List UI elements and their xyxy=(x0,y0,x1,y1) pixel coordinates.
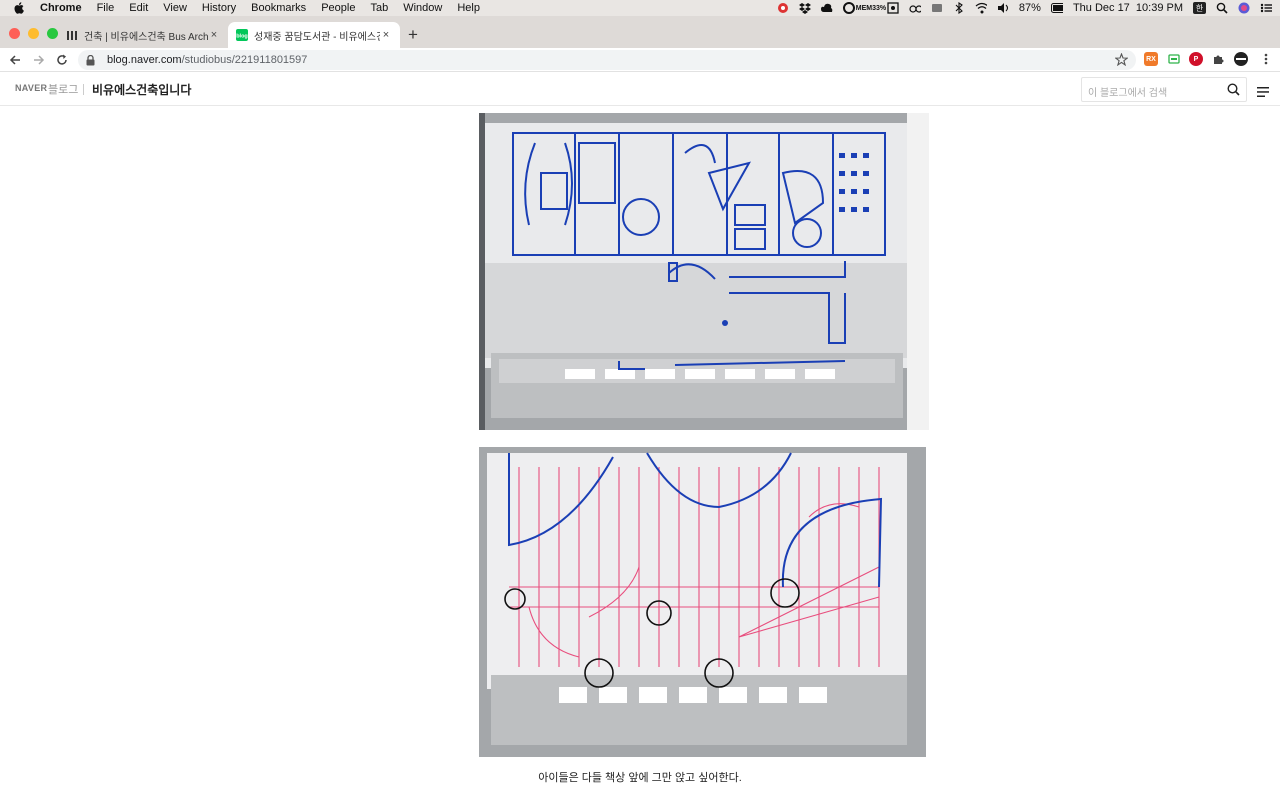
tab-naver-blog[interactable]: blog 성재중 꿈담도서관 - 비유에스건축 / × xyxy=(228,22,400,48)
spotlight-search-icon[interactable] xyxy=(1216,2,1228,14)
new-tab-button[interactable]: + xyxy=(404,26,422,44)
green-extension-icon[interactable] xyxy=(1167,52,1181,66)
creative-cloud-icon[interactable] xyxy=(842,2,855,14)
pinterest-extension-icon[interactable]: P xyxy=(1189,52,1203,66)
tab-bus-architecture[interactable]: 건축 | 비유에스건축 Bus Architect × xyxy=(58,22,228,48)
url-host: blog.naver.com xyxy=(107,54,182,66)
rss-extension-icon[interactable]: RX xyxy=(1144,52,1158,66)
bluetooth-icon[interactable] xyxy=(953,2,965,14)
menu-history[interactable]: History xyxy=(202,2,236,14)
window-controls xyxy=(9,28,58,39)
model-sketch-pink-image xyxy=(479,447,926,757)
menu-bookmarks[interactable]: Bookmarks xyxy=(251,2,306,14)
menu-people[interactable]: People xyxy=(321,2,355,14)
glasses-icon[interactable] xyxy=(909,2,921,14)
extension-label: P xyxy=(1193,55,1199,63)
menu-bar-tray: MEM 33% 87% Thu Dec 17 10:39 PM 한 xyxy=(777,0,1272,16)
close-window-button[interactable] xyxy=(9,28,20,39)
memory-monitor[interactable]: MEM 33% xyxy=(856,2,886,14)
blog-post-content: 아이들은 다들 책상 앞에 그만 앉고 싶어한다. xyxy=(0,106,1280,800)
memory-value: 33% xyxy=(872,4,887,12)
battery-icon[interactable] xyxy=(1050,2,1063,14)
menu-tab[interactable]: Tab xyxy=(370,2,388,14)
lock-icon[interactable] xyxy=(86,54,100,66)
address-bar[interactable]: blog.naver.com/studiobus/221911801597 xyxy=(78,50,1136,70)
menu-window[interactable]: Window xyxy=(403,2,442,14)
wifi-icon[interactable] xyxy=(975,2,987,14)
back-button[interactable] xyxy=(6,51,24,69)
naver-blog-icon: blog xyxy=(236,29,248,41)
url-path: /studiobus/221911801597 xyxy=(181,54,308,66)
profile-avatar-icon[interactable] xyxy=(1234,52,1248,66)
clock[interactable]: Thu Dec 17 10:39 PM xyxy=(1073,2,1183,14)
reload-button[interactable] xyxy=(53,51,71,69)
battery-percent[interactable]: 87% xyxy=(1019,2,1041,14)
input-source-icon[interactable]: 한 xyxy=(1193,2,1206,14)
menu-app-chrome[interactable]: Chrome xyxy=(40,2,82,14)
model-sketch-photo-blue[interactable] xyxy=(479,113,929,430)
url-text[interactable]: blog.naver.com/studiobus/221911801597 xyxy=(107,54,307,66)
tab-strip: 건축 | 비유에스건축 Bus Architect × blog 성재중 꿈담도… xyxy=(0,16,1280,48)
dropbox-icon[interactable] xyxy=(798,2,811,14)
display-icon[interactable] xyxy=(931,2,943,14)
input-source-label: 한 xyxy=(1195,3,1204,13)
search-icon[interactable] xyxy=(1227,83,1240,99)
screen-capture-icon[interactable] xyxy=(887,2,899,14)
chrome-menu-icon[interactable] xyxy=(1259,52,1273,66)
extension-label: RX xyxy=(1146,55,1156,63)
bus-logo-icon xyxy=(66,29,78,41)
blog-search-input[interactable]: 이 블로그에서 검색 xyxy=(1081,77,1247,102)
blog-header: NAVER 블로그 비유에스건축입니다 이 블로그에서 검색 xyxy=(0,73,1280,106)
browser-toolbar: blog.naver.com/studiobus/221911801597 RX… xyxy=(0,48,1280,72)
extensions-puzzle-icon[interactable] xyxy=(1211,52,1225,66)
volume-icon[interactable] xyxy=(997,2,1009,14)
tab-title: 건축 | 비유에스건축 Bus Architect xyxy=(84,31,208,43)
forward-button[interactable] xyxy=(30,51,48,69)
image-caption: 아이들은 다들 책상 앞에 그만 앉고 싶어한다. xyxy=(538,772,742,784)
naver-logo[interactable]: NAVER xyxy=(15,83,47,93)
search-placeholder: 이 블로그에서 검색 xyxy=(1088,88,1168,99)
apple-icon[interactable] xyxy=(14,2,28,14)
svg-text:blog: blog xyxy=(236,34,248,40)
blog-home-link[interactable]: 블로그 xyxy=(48,81,78,97)
zoom-window-button[interactable] xyxy=(47,28,58,39)
menu-file[interactable]: File xyxy=(97,2,115,14)
siri-icon[interactable] xyxy=(1238,2,1250,14)
close-tab-icon[interactable]: × xyxy=(380,29,392,41)
close-tab-icon[interactable]: × xyxy=(208,29,220,41)
blog-title[interactable]: 비유에스건축입니다 xyxy=(92,81,191,98)
menu-edit[interactable]: Edit xyxy=(129,2,148,14)
memory-label: MEM xyxy=(855,4,873,12)
record-icon[interactable] xyxy=(777,2,789,14)
minimize-window-button[interactable] xyxy=(28,28,39,39)
model-sketch-photo-pink[interactable] xyxy=(479,447,926,757)
control-center-icon[interactable] xyxy=(1260,2,1272,14)
menu-help[interactable]: Help xyxy=(457,2,480,14)
menu-hamburger-icon[interactable] xyxy=(1257,84,1269,97)
cloud-icon[interactable] xyxy=(820,2,833,14)
model-sketch-blue-image xyxy=(479,113,929,430)
menu-view[interactable]: View xyxy=(163,2,187,14)
macos-menu-bar: Chrome File Edit View History Bookmarks … xyxy=(0,0,1280,16)
bookmark-star-icon[interactable] xyxy=(1114,52,1129,69)
header-divider xyxy=(83,84,84,95)
tab-title: 성재중 꿈담도서관 - 비유에스건축 / xyxy=(254,31,380,43)
